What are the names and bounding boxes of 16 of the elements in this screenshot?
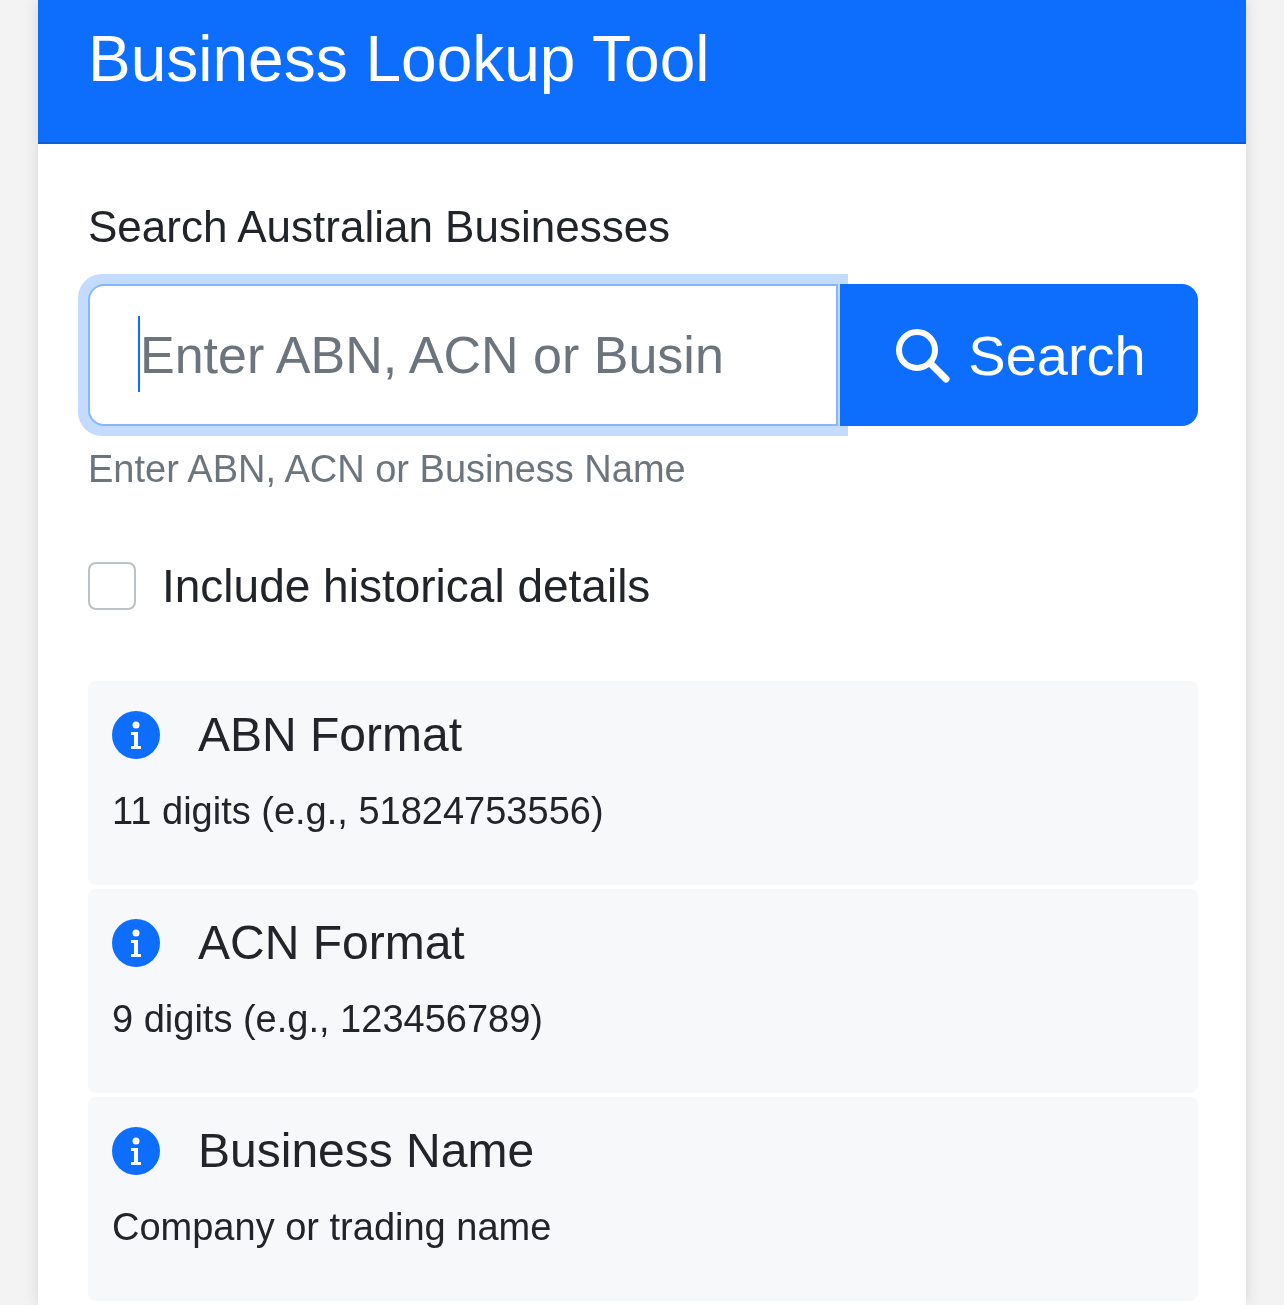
search-label: Search Australian Businesses <box>88 202 672 252</box>
help-text: Enter ABN, ACN or Business Name <box>88 448 687 491</box>
info-icon <box>112 710 160 759</box>
info-title: ABN Format <box>198 707 463 762</box>
app-title: Business Lookup Tool <box>88 22 710 96</box>
checkbox-label: Include historical details <box>162 559 651 613</box>
info-icon <box>112 1126 160 1175</box>
info-text: 11 digits (e.g., 51824753556) <box>112 790 605 833</box>
checkbox[interactable] <box>88 562 136 610</box>
info-text: 9 digits (e.g., 123456789) <box>112 998 544 1041</box>
info-icon <box>112 918 160 967</box>
info-text: Company or trading name <box>112 1206 553 1249</box>
info-title: ACN Format <box>198 915 465 970</box>
info-title: Business Name <box>198 1123 535 1178</box>
search-field[interactable]: Enter ABN, ACN or Busin <box>88 284 838 426</box>
search-button[interactable]: Search <box>840 284 1198 426</box>
